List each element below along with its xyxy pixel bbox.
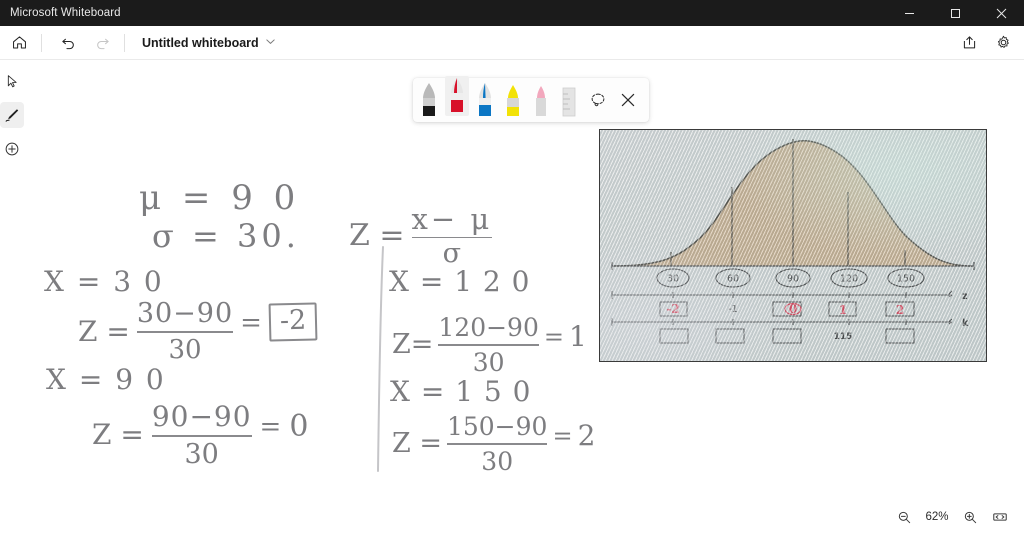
- left-eq-2-z-label: Z =: [92, 418, 144, 452]
- svg-text:90: 90: [787, 274, 799, 285]
- right-eq-2-x: X = 1 5 0: [390, 375, 532, 408]
- handwriting-column-divider: [377, 246, 384, 472]
- left-eq-1-x: X = 3 0: [44, 265, 164, 298]
- pen-tool[interactable]: [0, 102, 24, 128]
- right-eq-2-result: 2: [577, 419, 596, 453]
- zoom-level-label: 62%: [925, 511, 949, 523]
- left-eq-2-denominator: 30: [184, 438, 219, 470]
- svg-text:30: 30: [667, 274, 679, 285]
- left-eq-1-denominator: 30: [168, 334, 202, 365]
- right-eq-2: Z = 150−90 30 = 2: [392, 412, 595, 476]
- right-eq-1-equals: =: [543, 322, 564, 351]
- left-eq-1-result-box: -2: [268, 302, 318, 342]
- formula-denominator: σ: [442, 238, 462, 270]
- window-title: Microsoft Whiteboard: [10, 7, 121, 19]
- left-eq-1-equals: =: [240, 308, 262, 339]
- svg-text:z: z: [962, 291, 968, 302]
- right-eq-2-numerator: 150−90: [446, 412, 548, 441]
- toolbar-right-group: [950, 28, 1024, 58]
- left-eq-1-numerator: 30−90: [136, 298, 234, 329]
- lasso-select-icon[interactable]: [583, 78, 613, 122]
- bell-curve-photo[interactable]: 30 60 90 120 150 z -2 0 1 2 -1 k 115: [599, 129, 987, 362]
- share-icon[interactable]: [954, 28, 984, 58]
- toolbar-divider-1: [41, 33, 42, 52]
- right-eq-1-numerator: 120−90: [438, 313, 539, 342]
- left-eq-2-equals: =: [259, 411, 282, 442]
- pen-black[interactable]: [415, 78, 443, 122]
- right-eq-1-denominator: 30: [472, 347, 505, 377]
- toolbar-divider-2: [124, 33, 125, 52]
- left-eq-1-fraction-bar: [136, 331, 234, 333]
- left-eq-1-z-label: Z =: [78, 314, 130, 348]
- right-eq-1-x: X = 1 2 0: [389, 265, 531, 298]
- document-title-menu[interactable]: Untitled whiteboard: [136, 31, 282, 55]
- right-eq-1-z-label: Z=: [392, 329, 434, 361]
- home-icon[interactable]: [4, 28, 34, 58]
- svg-text:1: 1: [839, 303, 847, 317]
- svg-text:2: 2: [896, 303, 904, 317]
- left-eq-2-fraction-bar: [151, 435, 252, 437]
- close-pen-toolbar-icon[interactable]: [613, 78, 643, 122]
- app-toolbar: Untitled whiteboard: [0, 26, 1024, 60]
- redo-icon[interactable]: [87, 28, 117, 58]
- left-eq-1-result: -2: [279, 304, 307, 337]
- fit-to-screen-button[interactable]: [986, 504, 1014, 530]
- right-eq-1-result: 1: [568, 320, 587, 354]
- pen-red[interactable]: [443, 74, 471, 118]
- left-tool-rail: [0, 68, 24, 162]
- svg-text:150: 150: [897, 274, 915, 285]
- handwriting-sigma: σ = 30.: [152, 217, 300, 255]
- svg-text:60: 60: [727, 274, 739, 285]
- maximize-button[interactable]: [932, 0, 978, 26]
- zoom-in-button[interactable]: [956, 504, 984, 530]
- right-eq-1-fraction-bar: [438, 344, 539, 346]
- chevron-down-icon: [265, 34, 276, 52]
- pen-blue[interactable]: [471, 78, 499, 122]
- svg-text:115: 115: [834, 332, 853, 342]
- svg-text:120: 120: [840, 274, 858, 285]
- handwriting-mu: μ = 9 0: [139, 178, 301, 218]
- pen-toolbar: [413, 76, 649, 122]
- right-eq-2-z-label: Z =: [392, 428, 442, 460]
- left-eq-2-x: X = 9 0: [46, 363, 166, 396]
- formula-fraction-bar: [411, 237, 493, 239]
- right-eq-1: Z= 120−90 30 = 1: [392, 313, 587, 377]
- close-button[interactable]: [978, 0, 1024, 26]
- right-eq-2-fraction-bar: [446, 443, 548, 445]
- right-eq-2-denominator: 30: [481, 446, 514, 476]
- zoom-controls: 62%: [890, 504, 1014, 530]
- window-title-bar: Microsoft Whiteboard: [0, 0, 1024, 26]
- left-eq-2-result: 0: [289, 409, 309, 445]
- svg-text:-1: -1: [728, 304, 737, 315]
- add-tool[interactable]: [0, 136, 24, 162]
- gear-icon[interactable]: [988, 28, 1018, 58]
- document-title: Untitled whiteboard: [142, 35, 259, 50]
- minimize-button[interactable]: [886, 0, 932, 26]
- right-eq-2-equals: =: [552, 421, 573, 450]
- svg-text:k: k: [962, 318, 969, 329]
- ruler-tool[interactable]: [555, 78, 583, 122]
- handwriting-z-formula: Z = x− μ σ: [349, 202, 493, 270]
- pen-yellow-highlighter[interactable]: [499, 78, 527, 122]
- select-tool[interactable]: [0, 68, 24, 94]
- left-eq-2-numerator: 90−90: [151, 400, 252, 433]
- left-eq-2: Z = 90−90 30 = 0: [92, 400, 308, 470]
- eraser-tool[interactable]: [527, 78, 555, 122]
- svg-text:-2: -2: [666, 302, 679, 316]
- left-eq-1: Z = 30−90 30 = -2: [78, 298, 318, 365]
- zoom-out-button[interactable]: [890, 504, 918, 530]
- undo-icon[interactable]: [53, 28, 83, 58]
- window-controls: [886, 0, 1024, 26]
- formula-numerator: x− μ: [411, 202, 493, 236]
